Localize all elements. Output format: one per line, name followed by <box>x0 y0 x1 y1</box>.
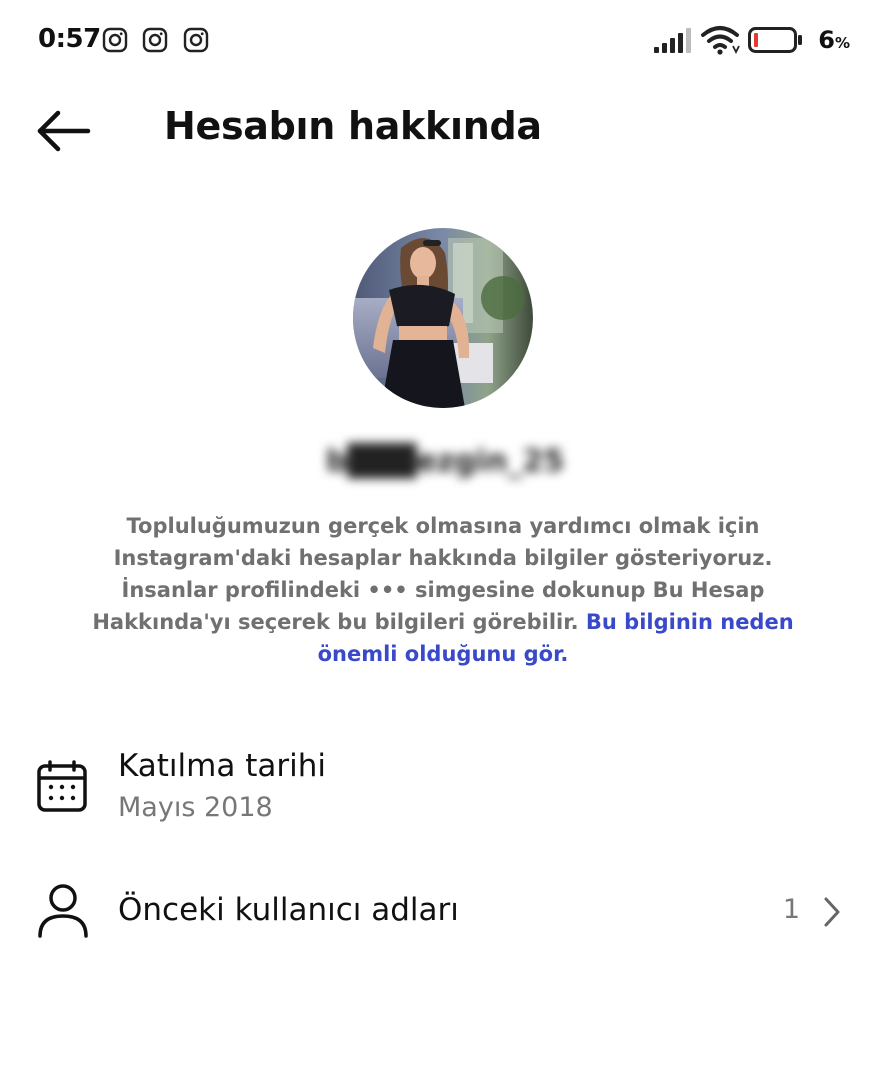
info-line: Instagram'daki hesaplar hakkında bilgile… <box>113 546 773 570</box>
cellular-signal-icon <box>654 28 691 53</box>
page-title: Hesabın hakkında <box>164 104 542 148</box>
battery-icon <box>748 27 802 53</box>
battery-percent: 6% <box>818 26 850 54</box>
former-usernames-label: Önceki kullanıcı adları <box>118 892 459 928</box>
joined-date-value: Mayıs 2018 <box>118 792 273 823</box>
joined-date-label: Katılma tarihi <box>118 748 326 784</box>
back-arrow-icon[interactable] <box>34 108 94 154</box>
info-line: İnsanlar profilindeki ••• simgesine doku… <box>121 578 765 602</box>
status-bar: 0:57 6% <box>0 0 886 84</box>
info-line-with-link: Hakkında'yı seçerek bu bilgileri görebil… <box>60 606 826 638</box>
chevron-right-icon <box>824 897 840 927</box>
profile-photo <box>353 228 533 408</box>
instagram-icon <box>102 27 128 53</box>
wifi-icon <box>701 26 740 55</box>
joined-date-row: Katılma tarihi Mayıs 2018 <box>0 748 886 840</box>
former-usernames-count: 1 <box>782 894 800 925</box>
username: b███ezgin_25 <box>325 444 565 479</box>
calendar-icon <box>37 760 87 812</box>
instagram-icon <box>142 27 168 53</box>
status-time: 0:57 <box>38 24 101 54</box>
learn-more-link-continued[interactable]: önemli olduğunu gör. <box>60 638 826 670</box>
info-line: Topluluğumuzun gerçek olmasına yardımcı … <box>126 514 760 538</box>
status-indicators: 6% <box>650 22 850 58</box>
learn-more-link[interactable]: Bu bilginin neden <box>586 610 794 634</box>
info-description: Topluluğumuzun gerçek olmasına yardımcı … <box>60 510 826 670</box>
former-usernames-row[interactable]: Önceki kullanıcı adları 1 <box>0 880 886 944</box>
person-icon <box>38 884 88 938</box>
info-line: Hakkında'yı seçerek bu bilgileri görebil… <box>92 610 579 634</box>
instagram-icon <box>183 27 209 53</box>
avatar <box>353 228 533 408</box>
